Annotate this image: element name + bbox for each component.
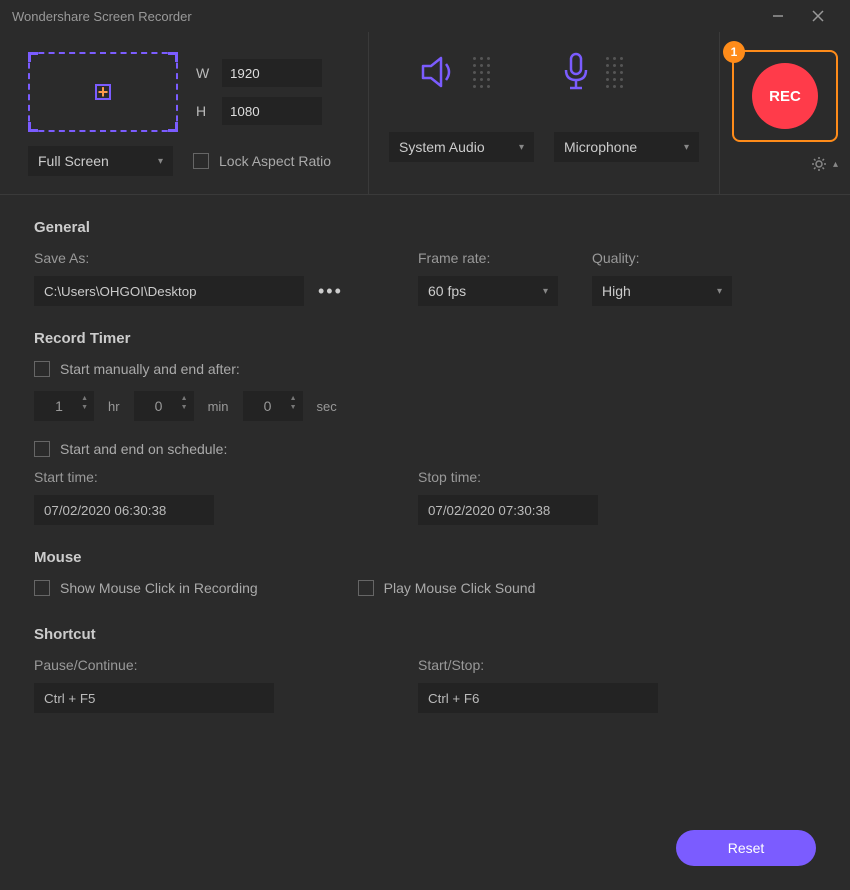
- close-button[interactable]: [798, 0, 838, 32]
- startstop-shortcut-input[interactable]: [418, 683, 658, 713]
- region-panel: + W H Full Screen ▾ Lock Aspect Ratio: [0, 32, 369, 194]
- titlebar: Wondershare Screen Recorder: [0, 0, 850, 32]
- hours-unit: hr: [108, 399, 120, 414]
- save-path-input[interactable]: [34, 276, 304, 306]
- width-input[interactable]: [222, 59, 322, 87]
- rec-highlight-box: 1 REC: [732, 50, 838, 142]
- startstop-shortcut-label: Start/Stop:: [418, 657, 658, 673]
- manual-end-checkbox[interactable]: [34, 361, 50, 377]
- height-label: H: [196, 103, 212, 119]
- height-input[interactable]: [222, 97, 322, 125]
- start-time-label: Start time:: [34, 469, 384, 485]
- stop-time-input[interactable]: [418, 495, 598, 525]
- secs-unit: sec: [317, 399, 337, 414]
- capture-region-box[interactable]: +: [28, 52, 178, 132]
- play-sound-checkbox[interactable]: [358, 580, 374, 596]
- mic-audio-item: [560, 52, 623, 92]
- chevron-up-icon: ▴: [833, 159, 838, 170]
- chevron-down-icon: ▾: [543, 286, 548, 297]
- settings-toggle[interactable]: ▴: [732, 156, 838, 172]
- mouse-heading: Mouse: [34, 549, 816, 566]
- microphone-select[interactable]: Microphone ▾: [554, 132, 699, 162]
- microphone-icon: [560, 52, 592, 92]
- minimize-icon: [772, 10, 784, 22]
- mins-unit: min: [208, 399, 229, 414]
- system-audio-value: System Audio: [399, 139, 485, 155]
- region-mode-value: Full Screen: [38, 153, 109, 169]
- schedule-checkbox[interactable]: [34, 441, 50, 457]
- browse-button[interactable]: •••: [318, 281, 343, 302]
- step-badge: 1: [723, 41, 745, 63]
- schedule-label: Start and end on schedule:: [60, 441, 227, 457]
- lock-aspect-checkbox[interactable]: [193, 153, 209, 169]
- general-heading: General: [34, 219, 816, 236]
- window-title: Wondershare Screen Recorder: [12, 9, 192, 24]
- level-meter: [606, 57, 623, 88]
- pause-shortcut-label: Pause/Continue:: [34, 657, 384, 673]
- show-click-checkbox[interactable]: [34, 580, 50, 596]
- record-label: REC: [769, 88, 801, 105]
- system-audio-select[interactable]: System Audio ▾: [389, 132, 534, 162]
- chevron-down-icon: ▾: [684, 142, 689, 153]
- plus-icon: +: [98, 82, 109, 103]
- reset-button[interactable]: Reset: [676, 830, 816, 866]
- microphone-value: Microphone: [564, 139, 637, 155]
- mins-spinner[interactable]: 0▲▼: [134, 391, 194, 421]
- hours-spinner[interactable]: 1▲▼: [34, 391, 94, 421]
- minimize-button[interactable]: [758, 0, 798, 32]
- top-panel: + W H Full Screen ▾ Lock Aspect Ratio: [0, 32, 850, 195]
- shortcut-heading: Shortcut: [34, 626, 816, 643]
- record-button[interactable]: REC: [752, 63, 818, 129]
- quality-label: Quality:: [592, 250, 732, 266]
- pause-shortcut-input[interactable]: [34, 683, 274, 713]
- settings-panel: General Save As: ••• Frame rate: 60 fps …: [0, 195, 850, 761]
- gear-icon: [811, 156, 827, 172]
- close-icon: [812, 10, 824, 22]
- timer-heading: Record Timer: [34, 330, 816, 347]
- audio-panel: System Audio ▾ Microphone ▾: [369, 32, 720, 194]
- chevron-down-icon: ▾: [717, 286, 722, 297]
- quality-value: High: [602, 283, 631, 299]
- level-meter: [473, 57, 490, 88]
- frame-rate-value: 60 fps: [428, 283, 466, 299]
- save-as-label: Save As:: [34, 250, 384, 266]
- quality-select[interactable]: High ▾: [592, 276, 732, 306]
- region-mode-select[interactable]: Full Screen ▾: [28, 146, 173, 176]
- frame-rate-label: Frame rate:: [418, 250, 558, 266]
- stop-time-label: Stop time:: [418, 469, 598, 485]
- speaker-icon: [419, 54, 459, 90]
- show-click-label: Show Mouse Click in Recording: [60, 580, 258, 596]
- width-label: W: [196, 65, 212, 81]
- play-sound-label: Play Mouse Click Sound: [384, 580, 536, 596]
- chevron-down-icon: ▾: [519, 142, 524, 153]
- rec-panel: 1 REC ▴: [720, 32, 850, 194]
- frame-rate-select[interactable]: 60 fps ▾: [418, 276, 558, 306]
- manual-end-label: Start manually and end after:: [60, 361, 240, 377]
- chevron-down-icon: ▾: [158, 156, 163, 167]
- system-audio-item: [419, 52, 490, 92]
- footer: Reset: [676, 830, 816, 866]
- lock-aspect-label: Lock Aspect Ratio: [219, 153, 331, 169]
- secs-spinner[interactable]: 0▲▼: [243, 391, 303, 421]
- start-time-input[interactable]: [34, 495, 214, 525]
